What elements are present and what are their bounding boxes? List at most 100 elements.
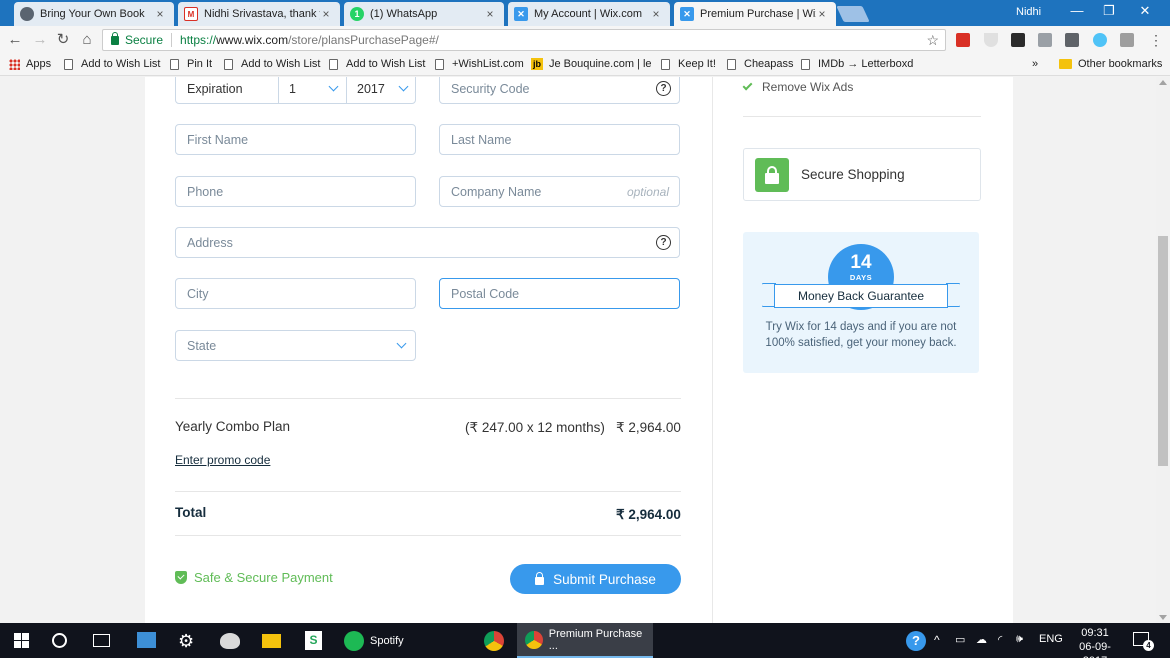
company-name-input[interactable]: Company Name optional <box>439 176 680 207</box>
back-icon[interactable]: ← <box>5 30 25 50</box>
profile-name[interactable]: Nidhi <box>1016 6 1041 18</box>
tray-expand-icon[interactable]: ^ <box>934 633 940 647</box>
tab-whatsapp[interactable]: 1 (1) WhatsApp × <box>344 2 504 26</box>
restore-icon[interactable]: ❐ <box>1098 3 1120 19</box>
bookmark-imdb-letterboxd[interactable]: IMDb → Letterboxd <box>801 58 913 70</box>
settings-gear-icon[interactable]: ⚙ <box>178 631 198 651</box>
home-icon[interactable]: ⌂ <box>77 30 97 50</box>
page-icon <box>170 58 179 70</box>
security-code-input[interactable]: Security Code ? <box>439 77 680 104</box>
chrome-menu-icon[interactable]: ⋮ <box>1146 30 1166 50</box>
bookmark-label: Add to Wish List <box>241 58 321 70</box>
extension-pocket-icon[interactable] <box>1065 33 1079 47</box>
close-tab-icon[interactable]: × <box>320 7 332 21</box>
expiration-year-select[interactable]: 2017 <box>347 77 415 103</box>
reload-icon[interactable]: ↻ <box>53 30 73 50</box>
bookmark-apps[interactable]: Apps <box>9 58 51 70</box>
paint-app-icon[interactable] <box>220 633 240 649</box>
chrome-icon[interactable] <box>484 631 504 651</box>
bookmark-label: Add to Wish List <box>81 58 161 70</box>
extension-puzzle-icon[interactable] <box>1120 33 1134 47</box>
security-code-placeholder: Security Code <box>451 81 530 96</box>
spotify-label: Spotify <box>370 634 404 647</box>
address-placeholder: Address <box>187 235 233 250</box>
windows-start-icon[interactable] <box>12 631 32 651</box>
tab-bring-your-own-book[interactable]: Bring Your Own Book × <box>14 2 174 26</box>
address-bar[interactable]: Secure https:// www.wix.com /store/plans… <box>102 29 946 51</box>
tab-gmail[interactable]: M Nidhi Srivastava, thank y × <box>178 2 340 26</box>
close-tab-icon[interactable]: × <box>484 7 496 21</box>
address-input[interactable]: Address ? <box>175 227 680 258</box>
file-explorer-icon[interactable] <box>262 634 281 648</box>
scrollbar-thumb[interactable] <box>1158 236 1168 466</box>
tab-my-account-wix[interactable]: ✕ My Account | Wix.com × <box>508 2 670 26</box>
close-tab-icon[interactable]: × <box>816 7 828 21</box>
bookmark-cheapass[interactable]: Cheapass <box>727 58 794 70</box>
forward-icon[interactable]: → <box>30 30 50 50</box>
volume-icon[interactable]: 🕪 <box>1016 633 1023 646</box>
bookmark-je-bouquine[interactable]: jb Je Bouquine.com | le <box>531 58 652 70</box>
help-icon[interactable]: ? <box>656 81 671 96</box>
new-tab-button[interactable] <box>836 6 870 22</box>
tab-premium-purchase-wix[interactable]: ✕ Premium Purchase | Wix × <box>674 2 836 26</box>
wix-favicon-icon: ✕ <box>514 7 528 21</box>
last-name-input[interactable]: Last Name <box>439 124 680 155</box>
battery-icon[interactable]: ▭ <box>955 633 965 646</box>
city-placeholder: City <box>187 286 209 301</box>
taskbar-spotify[interactable]: Spotify <box>338 623 428 658</box>
clock[interactable]: 09:31 06-09-2017 <box>1068 626 1122 658</box>
city-input[interactable]: City <box>175 278 416 309</box>
plan-price: ₹ 2,964.00 <box>616 420 681 435</box>
bookmark-wishlist-com[interactable]: +WishList.com <box>435 58 524 70</box>
close-window-icon[interactable]: ✕ <box>1134 3 1156 19</box>
lock-icon <box>111 31 119 45</box>
scroll-up-arrow-icon[interactable] <box>1159 80 1167 85</box>
postal-code-placeholder: Postal Code <box>451 286 520 301</box>
bookmark-keep-it[interactable]: Keep It! <box>661 58 716 70</box>
phone-input[interactable]: Phone <box>175 176 416 207</box>
other-bookmarks[interactable]: Other bookmarks <box>1059 58 1162 70</box>
column-divider <box>712 77 713 623</box>
minimize-icon[interactable]: — <box>1066 3 1088 18</box>
expiration-month-select[interactable]: 1 <box>279 77 347 103</box>
bookmark-add-to-wish-list[interactable]: Add to Wish List <box>64 58 160 70</box>
taskbar-chrome-window[interactable]: Premium Purchase ... <box>517 623 653 658</box>
help-tray-icon[interactable]: ? <box>906 631 926 651</box>
close-tab-icon[interactable]: × <box>650 7 662 21</box>
bookmark-add-to-wish-list[interactable]: Add to Wish List <box>224 58 320 70</box>
scroll-down-arrow-icon[interactable] <box>1159 615 1167 620</box>
extension-blue-icon[interactable] <box>1093 33 1107 47</box>
task-view-icon[interactable] <box>93 634 110 647</box>
bookmarks-overflow-chevron-icon[interactable]: » <box>1032 58 1038 70</box>
extension-k-icon[interactable] <box>1011 33 1025 47</box>
secure-indicator[interactable]: Secure <box>111 31 163 47</box>
cortana-search-icon[interactable] <box>52 633 67 648</box>
folder-icon <box>1059 59 1072 69</box>
enter-promo-code-link[interactable]: Enter promo code <box>175 453 270 467</box>
store-app-icon[interactable]: S <box>305 631 322 650</box>
weather-app-icon[interactable] <box>137 632 156 648</box>
help-icon[interactable]: ? <box>656 235 671 250</box>
notification-count: 4 <box>1143 640 1154 651</box>
state-select[interactable]: State <box>175 330 416 361</box>
extension-red-icon[interactable] <box>956 33 970 47</box>
submit-purchase-button[interactable]: Submit Purchase <box>510 564 681 594</box>
postal-code-input[interactable]: Postal Code <box>439 278 680 309</box>
action-center-icon[interactable]: 4 <box>1133 632 1154 651</box>
lock-icon <box>535 571 545 585</box>
first-name-input[interactable]: First Name <box>175 124 416 155</box>
clock-date: 06-09-2017 <box>1079 641 1111 658</box>
page-scrollbar[interactable] <box>1156 77 1170 623</box>
whatsapp-favicon-icon: 1 <box>350 7 364 21</box>
close-tab-icon[interactable]: × <box>154 7 166 21</box>
wifi-icon[interactable]: ◜ <box>998 633 1002 646</box>
money-back-guarantee-title: Money Back Guarantee <box>774 284 948 308</box>
language-indicator[interactable]: ENG <box>1039 633 1063 645</box>
bookmark-pin-it[interactable]: Pin It <box>170 58 212 70</box>
check-icon <box>742 80 753 91</box>
extension-shield-icon[interactable] <box>984 33 998 47</box>
bookmark-add-to-wish-list[interactable]: Add to Wish List <box>329 58 425 70</box>
extension-box-icon[interactable] <box>1038 33 1052 47</box>
bookmark-star-icon[interactable]: ☆ <box>926 32 939 49</box>
onedrive-cloud-icon[interactable]: ☁ <box>976 633 987 646</box>
